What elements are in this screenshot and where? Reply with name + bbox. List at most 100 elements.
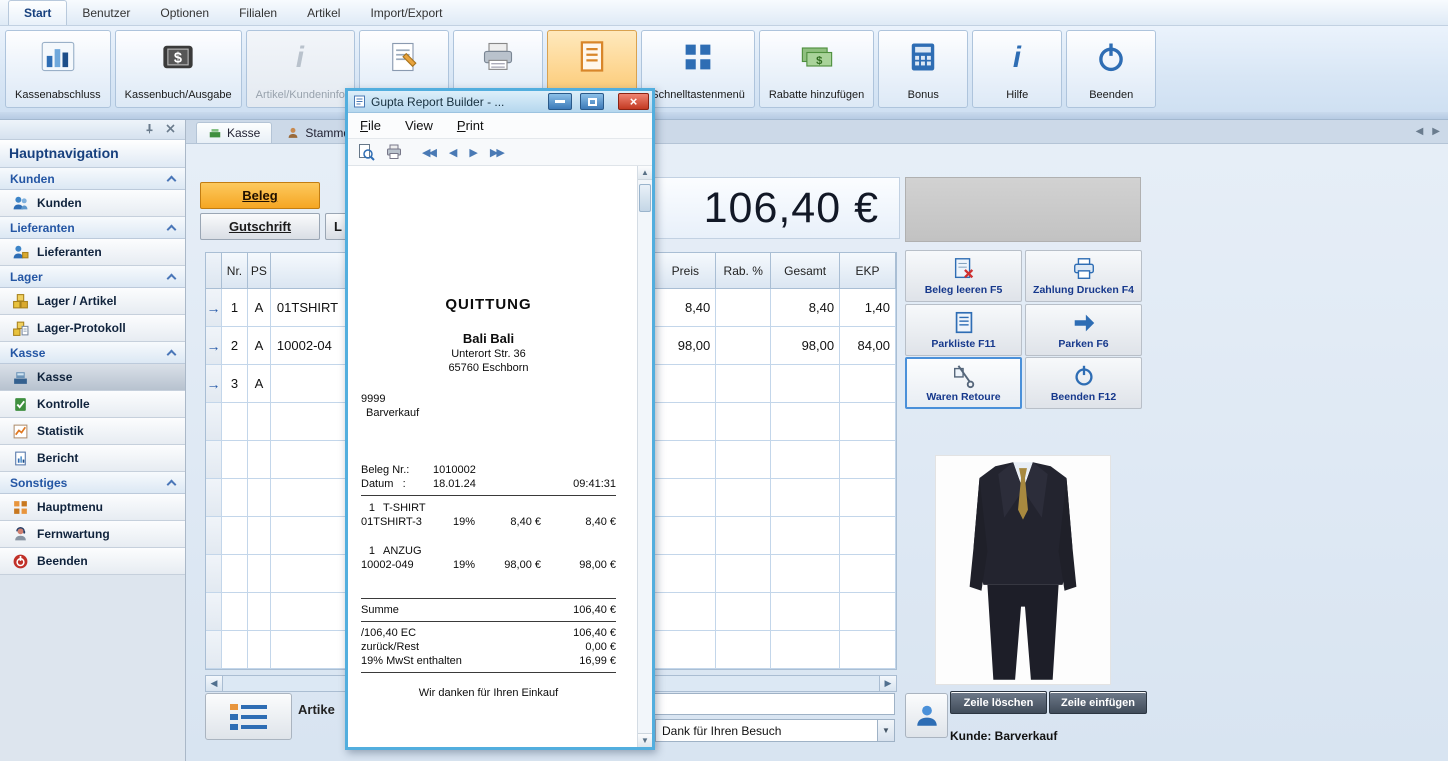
waren-retoure-button[interactable]: Waren Retoure [905,357,1022,409]
sidebar-item-bericht[interactable]: Bericht [0,445,185,472]
zeile-einfuegen-button[interactable]: Zeile einfügen [1049,691,1147,714]
tab-kasse[interactable]: Kasse [196,122,273,143]
tab-scroll-left-icon[interactable]: ◀ [1416,126,1424,137]
beenden-f12-button[interactable]: Beenden F12 [1025,357,1142,409]
zeile-loeschen-button[interactable]: Zeile löschen [950,691,1047,714]
sidebar-section-sonstiges[interactable]: Sonstiges [0,472,185,494]
power-icon [1093,39,1129,75]
grid-icon [680,39,716,75]
next-page-icon[interactable]: ▶ [469,146,478,159]
sidebar-section-lager[interactable]: Lager [0,266,185,288]
customer-button[interactable] [905,693,948,738]
parken-button[interactable]: Parken F6 [1025,304,1142,356]
sidebar-item-label: Kasse [37,370,73,384]
ribbon-button-beenden[interactable]: Beenden [1066,30,1157,108]
tab-scroll-right-icon[interactable]: ▶ [1432,126,1440,137]
warehouse-icon [13,293,28,308]
ribbon-button-rabatte[interactable]: $ Rabatte hinzufügen [758,30,875,108]
divider [361,598,616,599]
chevron-down-icon[interactable]: ▼ [877,720,894,741]
printer-icon [480,39,516,75]
ribbon-button-kassenbuch[interactable]: $ Kassenbuch/Ausgabe [114,30,242,108]
ribbon-button-label: Bonus [907,89,939,101]
dialog-title-bar[interactable]: Gupta Report Builder - ... × [348,91,652,113]
column-header-gesamt[interactable]: Gesamt [771,253,841,289]
store-name: Bali Bali [462,331,515,346]
sidebar-item-lieferanten[interactable]: Lieferanten [0,239,185,266]
column-header-preis[interactable]: Preis [655,253,717,289]
parkliste-button[interactable]: Parkliste F11 [905,304,1022,356]
sidebar-item-kontrolle[interactable]: Kontrolle [0,391,185,418]
print-preview-icon[interactable] [356,142,376,162]
menu-item-artikel[interactable]: Artikel [292,0,355,25]
store-address-2: 65760 Eschborn [448,362,529,374]
sidebar-item-kunden[interactable]: Kunden [0,190,185,217]
receipt-date-row: Datum : 18.01.24 09:41:31 [361,478,616,490]
beleg-leeren-button[interactable]: Beleg leeren F5 [905,250,1022,302]
first-page-icon[interactable]: ◀◀ [422,146,437,159]
scroll-left-icon[interactable]: ◀ [206,676,223,691]
person-icon [916,705,937,726]
close-icon[interactable] [165,121,176,139]
close-button[interactable]: × [618,93,649,110]
sidebar-item-kasse[interactable]: Kasse [0,364,185,391]
menu-item-optionen[interactable]: Optionen [145,0,224,25]
park-list-icon [955,311,972,334]
print-icon[interactable] [384,142,404,162]
minimize-icon [555,100,565,103]
menu-item-import-export[interactable]: Import/Export [355,0,457,25]
column-header-ps[interactable]: PS [247,253,271,289]
column-header-rab[interactable]: Rab. % [716,253,772,289]
beleg-button[interactable]: Beleg [200,182,320,209]
column-header-ekp[interactable]: EKP [840,253,897,289]
sidebar-item-hauptmenu[interactable]: Hauptmenu [0,494,185,521]
ribbon-button-bonus[interactable]: Bonus [878,30,969,108]
power-red-icon [13,554,28,568]
pin-icon[interactable] [144,121,155,139]
scroll-up-icon[interactable]: ▲ [638,166,652,180]
sidebar-item-lager-protokoll[interactable]: Lager-Protokoll [0,315,185,342]
ribbon-button-kassenabschluss[interactable]: Kassenabschluss [5,30,111,108]
menu-item-print[interactable]: Print [457,118,484,133]
previous-page-icon[interactable]: ◀ [449,146,458,159]
scroll-down-icon[interactable]: ▼ [638,733,652,747]
sidebar-item-beenden[interactable]: Beenden [0,548,185,575]
zahlung-drucken-button[interactable]: Zahlung Drucken F4 [1025,250,1142,302]
ribbon-button-schnelltasten[interactable]: Schnelltastenmenü [641,30,755,108]
sidebar-item-lager-artikel[interactable]: Lager / Artikel [0,288,185,315]
gutschrift-button[interactable]: Gutschrift [200,213,320,240]
sidebar-section-kunden[interactable]: Kunden [0,168,185,190]
maximize-button[interactable] [580,93,604,110]
menu-item-file[interactable]: File [360,118,381,133]
clear-receipt-icon [954,258,973,279]
greeting-dropdown[interactable]: Dank für Ihren Besuch ▼ [655,719,895,742]
ribbon-button-hilfe[interactable]: i Hilfe [972,30,1063,108]
return-goods-icon [953,365,974,389]
scroll-right-icon[interactable]: ▶ [879,676,896,691]
column-header-nr[interactable]: Nr. [221,253,248,289]
dialog-toolbar: ◀◀ ◀ ▶ ▶▶ [348,139,652,166]
chevron-up-icon [166,273,177,284]
menu-item-filialen[interactable]: Filialen [224,0,292,25]
sidebar-item-fernwartung[interactable]: Fernwartung [0,521,185,548]
scrollbar-thumb[interactable] [639,184,651,212]
sidebar-item-statistik[interactable]: Statistik [0,418,185,445]
payment-row: 19% MwSt enthalten 16,99 € [361,655,616,667]
menu-item-view[interactable]: View [405,118,433,133]
receipt-number-row: Beleg Nr.: 1010002 [361,464,476,476]
article-list-button[interactable] [205,693,292,740]
check-book-icon [15,397,26,411]
minimize-button[interactable] [548,93,572,110]
last-page-icon[interactable]: ▶▶ [490,146,505,159]
menu-item-benutzer[interactable]: Benutzer [67,0,145,25]
sidebar-section-kasse[interactable]: Kasse [0,342,185,364]
ribbon-button-label: Hilfe [1006,89,1029,101]
menu-item-start[interactable]: Start [8,0,68,25]
supplier-icon [13,245,29,258]
ribbon-button-label: Kassenbuch/Ausgabe [124,89,232,101]
chevron-up-icon [166,349,177,360]
vertical-scrollbar[interactable]: ▲ ▼ [637,166,652,747]
button-label: Zahlung Drucken F4 [1033,284,1134,296]
section-header-label: Kunden [10,171,55,186]
sidebar-section-lieferanten[interactable]: Lieferanten [0,217,185,239]
